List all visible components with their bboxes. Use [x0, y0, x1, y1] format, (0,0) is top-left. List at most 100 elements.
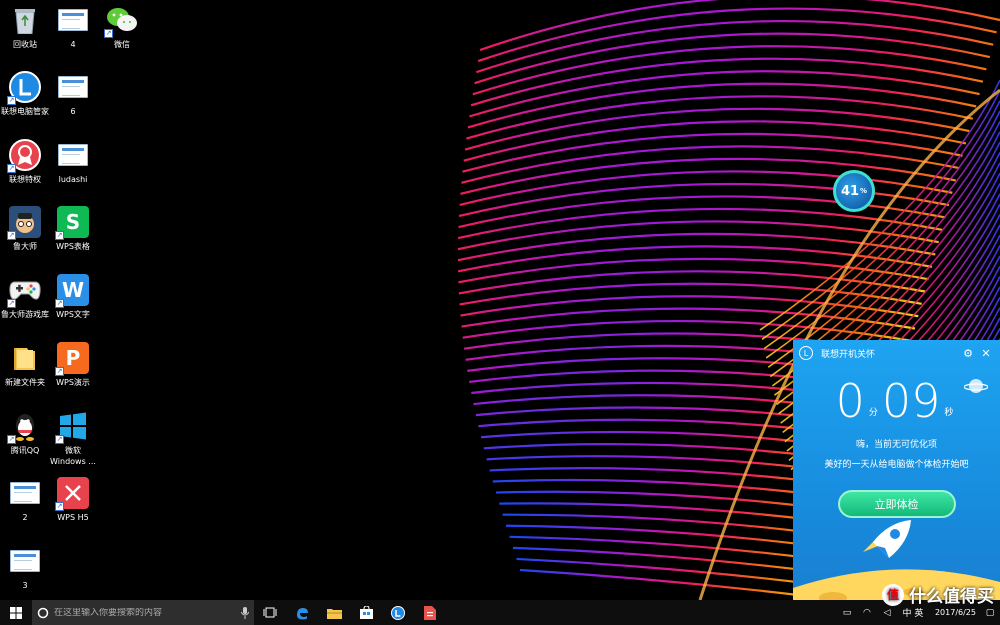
close-icon[interactable]: ✕ — [978, 345, 994, 361]
shortcut-arrow-icon: ↗ — [7, 435, 16, 444]
search-input[interactable] — [54, 607, 241, 618]
desktop-icon-label: 联想电脑管家 — [1, 107, 49, 116]
battery-icon[interactable]: ▭ — [840, 607, 854, 619]
desktop-icon-label: WPS表格 — [56, 242, 90, 251]
lenovo-manager-taskbar-button[interactable] — [382, 600, 414, 625]
desktop-icon-label: WPS H5 — [57, 513, 89, 522]
store-button[interactable] — [350, 600, 382, 625]
memory-percent: 41 — [840, 183, 860, 199]
boot-time-minutes: 0 — [835, 374, 865, 428]
shortcut-arrow-icon: ↗ — [7, 299, 16, 308]
status-submessage: 美好的一天从给电脑做个体检开始吧 — [824, 460, 969, 470]
wifi-icon[interactable]: ◠ — [860, 607, 874, 619]
lenovo-privilege-icon: ↗ — [7, 139, 41, 173]
notifications-icon[interactable]: ▢ — [983, 607, 997, 619]
desktop-icon-label: 腾讯QQ — [10, 446, 40, 455]
feather-barb — [462, 320, 912, 342]
recycle-bin-icon — [9, 4, 41, 36]
task-view-icon — [263, 607, 277, 618]
desktop-icon-label: 回收站 — [13, 40, 37, 49]
desktop-icon[interactable]: ↗ 鲁大师 — [0, 206, 50, 252]
memory-percent-unit: % — [860, 187, 868, 195]
gamepad-icon: ↗ — [7, 274, 41, 308]
desktop-icon[interactable]: ↗ 联想特权 — [0, 139, 50, 185]
taskbar-clock[interactable]: 2017/6/25 — [935, 608, 976, 618]
desktop-icon[interactable]: ↗ 腾讯QQ — [0, 410, 50, 456]
shortcut-arrow-icon: ↗ — [55, 231, 64, 240]
desktop-icon-label: WPS文字 — [56, 310, 90, 319]
check-now-button[interactable]: 立即体检 — [837, 490, 956, 518]
desktop-icon[interactable]: 新建文件夹 — [0, 342, 50, 388]
windows-icon: ↗ — [55, 410, 89, 444]
desktop-icon[interactable]: ludashi — [48, 139, 98, 185]
clock-date: 2017/6/25 — [934, 607, 976, 617]
desktop-icon-label: 微软 — [65, 446, 81, 455]
desktop-icon-label: 3 — [22, 581, 28, 590]
volume-icon[interactable]: ◁ — [880, 607, 894, 619]
panel-title: 联想开机关怀 — [821, 349, 876, 360]
desktop-icon-label: 6 — [70, 107, 76, 116]
feather-barb — [479, 0, 1000, 52]
desktop-icon-label: 新建文件夹 — [5, 378, 45, 387]
desktop-icon[interactable]: ↗ 微信 — [97, 4, 147, 50]
desktop-icon-label: 2 — [22, 513, 28, 522]
shortcut-arrow-icon: ↗ — [7, 96, 16, 105]
desktop-icon[interactable]: ↗ 鲁大师游戏库 — [0, 274, 50, 320]
microphone-icon[interactable] — [241, 606, 249, 619]
settings-icon[interactable]: ⚙ — [960, 345, 976, 361]
taskbar-search-box[interactable] — [32, 600, 254, 625]
document-icon — [57, 71, 89, 103]
shortcut-arrow-icon: ↗ — [55, 502, 64, 511]
task-view-button[interactable] — [254, 600, 286, 625]
desktop-icon[interactable]: 6 — [48, 71, 98, 117]
panel-header: L 联想开机关怀 ⚙ ✕ — [793, 340, 1000, 366]
desktop-icon[interactable]: ↗ 微软 Windows ... — [48, 410, 98, 467]
planet-icon — [964, 379, 988, 393]
desktop-icon-label: 联想特权 — [9, 175, 41, 184]
rocket-icon — [863, 520, 911, 558]
windows-logo-icon — [10, 606, 22, 619]
lenovo-manager-icon — [391, 605, 405, 620]
shortcut-arrow-icon: ↗ — [7, 164, 16, 173]
document-icon — [9, 545, 41, 577]
watermark-text: 什么值得买 — [909, 587, 994, 607]
start-button[interactable] — [0, 600, 32, 625]
desktop-icon[interactable]: 2 — [0, 477, 50, 523]
feather-barb — [472, 45, 987, 96]
ludashi-icon: ↗ — [7, 206, 41, 240]
store-icon — [359, 606, 373, 619]
boot-time-seconds: 09 — [881, 374, 941, 428]
edge-icon — [297, 607, 308, 619]
document-icon — [57, 139, 89, 171]
desktop-icon-label: 鲁大师游戏库 — [1, 310, 49, 319]
shortcut-arrow-icon: ↗ — [104, 29, 113, 38]
desktop-icon[interactable]: ↗ 联想电脑管家 — [0, 71, 50, 117]
wps-writer-icon: W ↗ — [55, 274, 89, 308]
desktop-icon[interactable]: 4 — [48, 4, 98, 50]
desktop-icon-label-line2: Windows ... — [50, 457, 96, 466]
desktop-icon[interactable]: P ↗ WPS演示 — [48, 342, 98, 388]
desktop-icon[interactable]: 回收站 — [0, 4, 50, 50]
lenovo-manager-icon: ↗ — [7, 71, 41, 105]
minutes-unit: 分 — [868, 408, 878, 418]
shortcut-arrow-icon: ↗ — [7, 231, 16, 240]
desktop-icon-label: 4 — [70, 40, 76, 49]
file-explorer-button[interactable] — [318, 600, 350, 625]
shortcut-arrow-icon: ↗ — [55, 299, 64, 308]
feather-barb — [519, 568, 841, 600]
desktop: 回收站 4 ↗ 微信 ↗ 联想电脑管家 6 ↗ 联想特权 ludashi ↗ 鲁大师 S ↗ WPS表格 ↗ 鲁… — [0, 0, 1000, 625]
edge-browser-button[interactable] — [286, 600, 318, 625]
desktop-icon[interactable]: ↗ WPS H5 — [48, 477, 98, 523]
desktop-icon[interactable]: S ↗ WPS表格 — [48, 206, 98, 252]
desktop-icon[interactable]: W ↗ WPS文字 — [48, 274, 98, 320]
feather-barb — [458, 270, 926, 295]
seconds-unit: 秒 — [944, 408, 954, 418]
desktop-icon[interactable]: 3 — [0, 545, 50, 591]
document-icon — [57, 4, 89, 36]
taskbar: ▭ ◠ ◁ 中 英 2017/6/25 ▢ — [0, 600, 1000, 625]
folder-icon — [9, 342, 41, 374]
shortcut-arrow-icon: ↗ — [55, 435, 64, 444]
wps-taskbar-button[interactable] — [414, 600, 446, 625]
memory-usage-widget[interactable]: 41% — [833, 170, 875, 212]
input-method-indicator[interactable]: 中 英 — [900, 607, 926, 619]
